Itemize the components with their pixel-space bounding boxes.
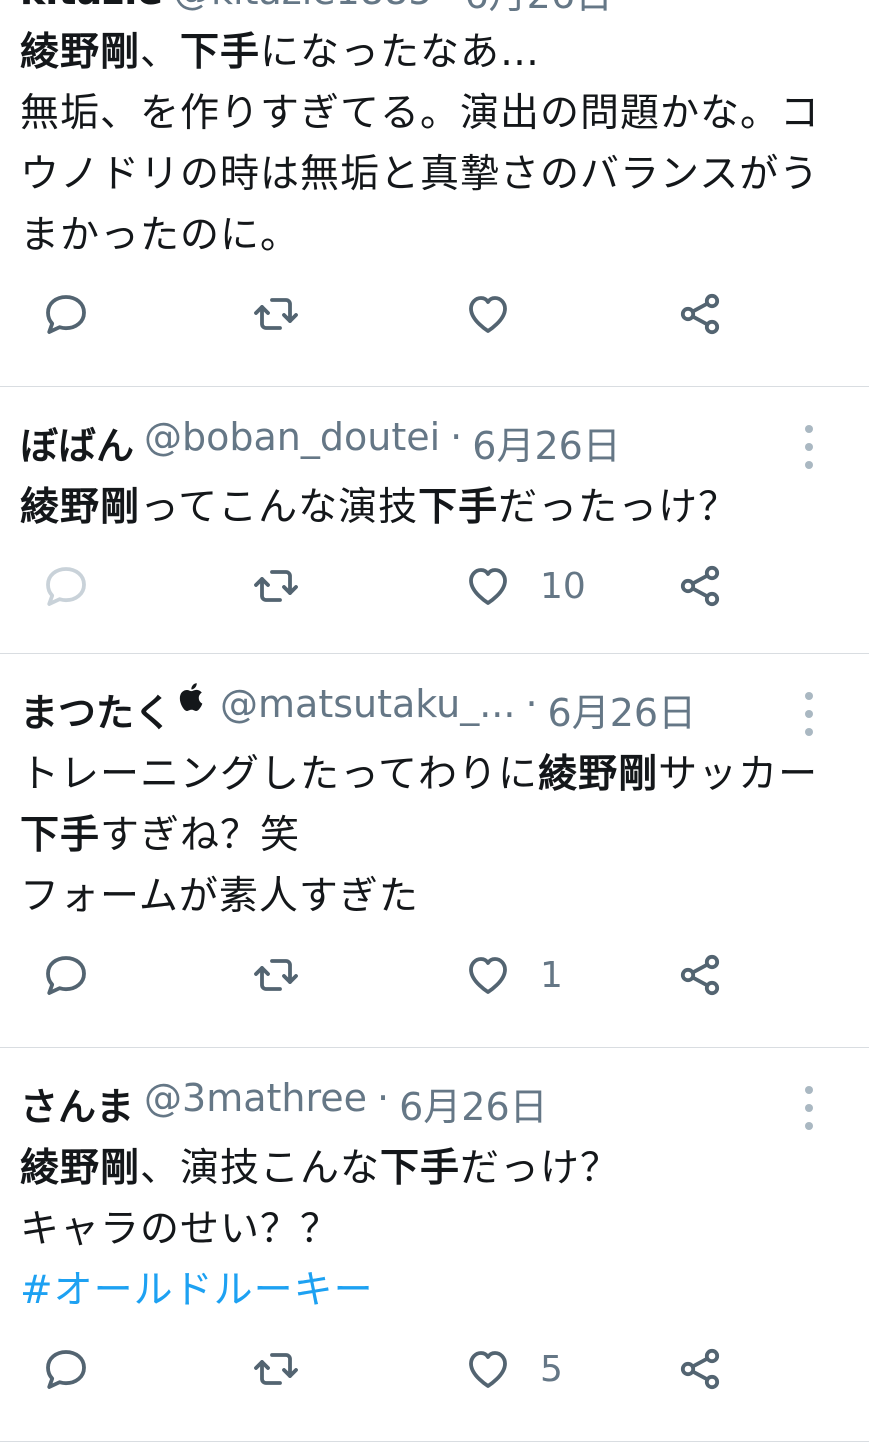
like-icon [464,562,512,610]
like-button[interactable]: 1 [464,951,563,999]
like-button[interactable]: 5 [464,1345,563,1393]
share-icon [676,951,724,999]
tweet[interactable]: さんま @3mathree · 6月26日 綾野剛、演技こんな下手だっけ？ キャ… [0,1048,869,1442]
display-name[interactable]: さんま [20,1076,134,1131]
tweet-feed: kitazie @kitazie1885 · 6月26日 綾野剛、下手になったな… [0,0,869,1442]
more-icon[interactable] [797,1086,821,1130]
tweet-text: 綾野剛ってこんな演技下手だったっけ？ [20,477,849,538]
tweet-text-segment: サッカー [658,752,819,797]
like-count: 10 [540,565,586,607]
tweet-date[interactable]: 6月26日 [464,0,613,19]
retweet-button[interactable] [252,290,300,338]
tweet-actions: 10 [20,538,849,653]
tweet-date[interactable]: 6月26日 [472,415,621,470]
highlighted-term: 下手 [20,813,101,858]
reply-icon [42,562,90,610]
retweet-icon [252,562,300,610]
share-icon [676,290,724,338]
tweet-header: まつたく @matsutaku_... · 6月26日 [20,654,849,744]
like-icon [464,290,512,338]
reply-button[interactable] [42,290,90,338]
tweet-text-segment: トレーニングしたってわりに [20,752,539,797]
reply-icon [42,290,90,338]
highlighted-term: 綾野剛 [20,30,141,75]
share-icon [676,1345,724,1393]
highlighted-term: 下手 [380,1146,461,1191]
reply-button[interactable] [42,951,90,999]
tweet[interactable]: ぼばん @boban_doutei · 6月26日 綾野剛ってこんな演技下手だっ… [0,387,869,654]
retweet-button[interactable] [252,562,300,610]
dot-separator: · [450,415,463,459]
tweet-header: kitazie @kitazie1885 · 6月26日 [20,0,849,22]
retweet-icon [252,1345,300,1393]
share-icon [676,562,724,610]
like-count: 5 [540,1348,563,1390]
tweet-actions: 5 [20,1321,849,1441]
more-icon[interactable] [797,425,821,469]
tweet-header: さんま @3mathree · 6月26日 [20,1048,849,1138]
tweet-text-segment: ってこんな演技 [140,485,419,530]
apple-icon [176,682,204,720]
highlighted-term: 下手 [418,485,499,530]
highlighted-term: 下手 [180,30,261,75]
reply-button[interactable] [42,562,90,610]
more-icon[interactable] [797,692,821,736]
tweet-header: ぼばん @boban_doutei · 6月26日 [20,387,849,477]
tweet-actions [20,266,849,386]
hashtag-link[interactable]: #オールドルーキー [20,1268,374,1313]
like-count: 1 [540,954,563,996]
share-button[interactable] [676,951,724,999]
retweet-icon [252,290,300,338]
tweet[interactable]: kitazie @kitazie1885 · 6月26日 綾野剛、下手になったな… [0,0,869,387]
user-handle[interactable]: @boban_doutei [144,415,440,459]
retweet-button[interactable] [252,951,300,999]
share-button[interactable] [676,562,724,610]
display-name[interactable]: まつたく [20,682,172,737]
reply-icon [42,1345,90,1393]
user-handle[interactable]: @3mathree [144,1076,367,1120]
highlighted-term: 綾野剛 [20,1146,141,1191]
tweet-text: トレーニングしたってわりに綾野剛サッカー下手すぎね？笑 フォームが素人すぎた [20,744,849,927]
dot-separator: · [377,1076,390,1120]
like-icon [464,951,512,999]
dot-separator: · [525,682,538,726]
tweet-actions: 1 [20,927,849,1047]
display-name[interactable]: ぼばん [20,415,134,470]
like-button[interactable] [464,290,540,338]
dot-separator: · [442,0,454,13]
reply-button[interactable] [42,1345,90,1393]
retweet-icon [252,951,300,999]
retweet-button[interactable] [252,1345,300,1393]
tweet-text: 綾野剛、演技こんな下手だっけ？ キャラのせい？？ #オールドルーキー [20,1138,849,1321]
like-button[interactable]: 10 [464,562,586,610]
share-button[interactable] [676,290,724,338]
tweet-text-segment: 、演技こんな [140,1146,381,1191]
tweet-date[interactable]: 6月26日 [399,1076,548,1131]
tweet-text-segment: 、 [140,30,181,75]
tweet[interactable]: まつたく @matsutaku_... · 6月26日 トレーニングしたってわり… [0,654,869,1048]
tweet-text-segment: だったっけ？ [498,485,739,530]
tweet-text: 綾野剛、下手になったなあ… 無垢、を作りすぎてる。演出の問題かな。コウノドリの時… [20,22,849,266]
user-handle[interactable]: @kitazie1885 [173,0,432,13]
user-handle[interactable]: @matsutaku_... [220,682,515,726]
reply-icon [42,951,90,999]
share-button[interactable] [676,1345,724,1393]
display-name[interactable]: kitazie [20,0,163,13]
highlighted-term: 綾野剛 [538,752,659,797]
highlighted-term: 綾野剛 [20,485,141,530]
tweet-date[interactable]: 6月26日 [548,682,697,737]
like-icon [464,1345,512,1393]
